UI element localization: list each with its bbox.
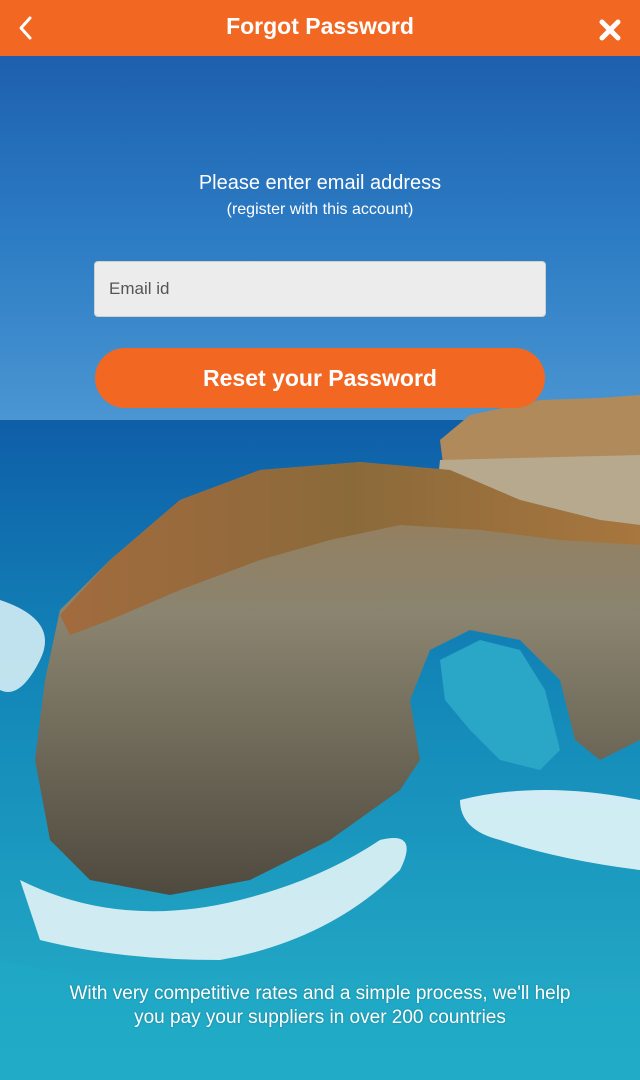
prompt-subtext: (register with this account) [226,201,414,218]
close-icon [599,19,621,41]
footer-line-1: With very competitive rates and a simple… [69,983,571,1004]
background-image [0,0,640,1080]
footer-tagline: With very competitive rates and a simple… [20,982,620,1030]
close-button[interactable] [594,14,626,46]
prompt-text: Please enter email address [198,172,442,194]
chevron-left-icon [19,16,32,40]
top-bar: Forgot Password [0,0,640,56]
forgot-password-screen: Forgot Password Please enter email addre… [0,0,640,1080]
back-button[interactable] [10,12,42,44]
page-title: Forgot Password [226,13,414,39]
reset-password-button[interactable]: Reset your Password [95,348,545,408]
email-input[interactable] [94,261,546,317]
footer-line-2: you pay your suppliers in over 200 count… [134,1007,506,1028]
